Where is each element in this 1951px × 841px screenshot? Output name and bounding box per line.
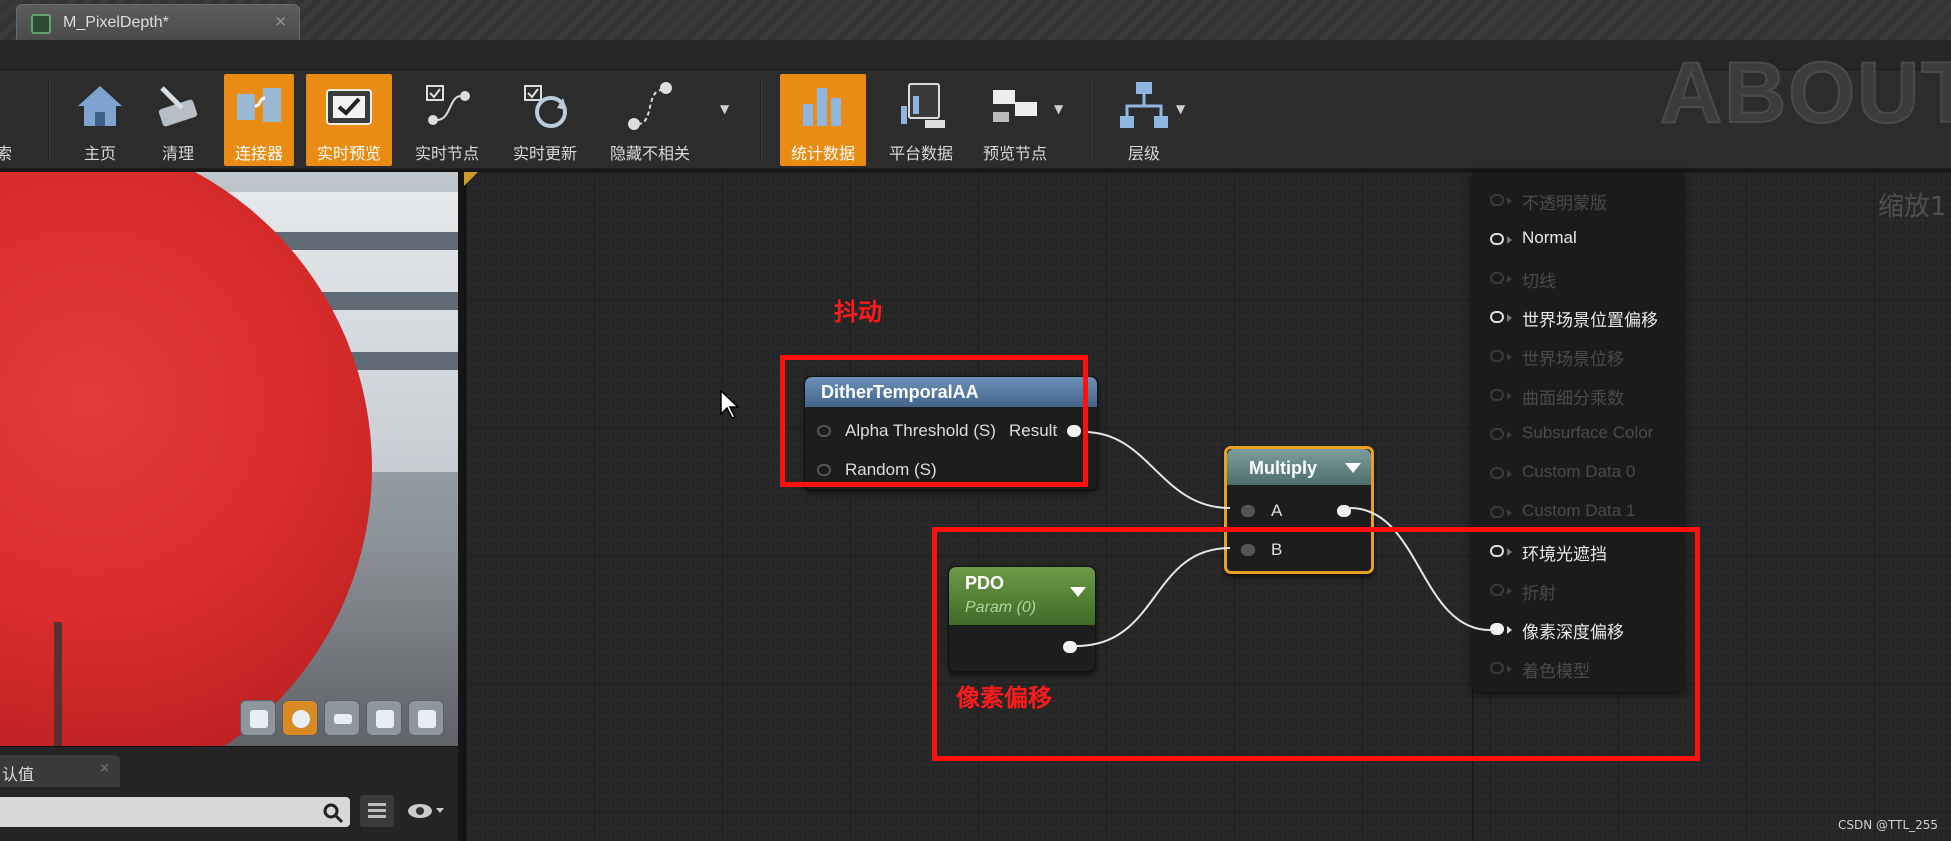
live-update-icon xyxy=(524,85,567,128)
toolbar-label: 清理 xyxy=(161,144,194,163)
toolbar-separator xyxy=(48,78,50,162)
toolbar-clean-button[interactable]: 清理 xyxy=(140,74,216,166)
list-view-icon xyxy=(368,803,386,818)
toolbar-preview-nodes-button[interactable]: 预览节点 xyxy=(972,74,1058,166)
toolbar-stats-button[interactable]: 统计数据 xyxy=(780,74,866,166)
details-tab-label: 认值 xyxy=(2,765,35,784)
toolbar: 索 主页 清理 连接器 实时预览 实时节点 实时更新 隐藏不相关 ▼ 统计数据 … xyxy=(0,70,1951,170)
toolbar-overflow-dropdown[interactable]: ▼ xyxy=(718,74,738,166)
live-nodes-icon xyxy=(426,85,470,125)
input-pin-a[interactable] xyxy=(1241,505,1255,517)
search-icon xyxy=(0,80,16,132)
zoom-level: 缩放1 xyxy=(1878,192,1947,222)
annotation-label-pixel-offset: 像素偏移 xyxy=(956,684,1052,712)
toolbar-preview-dropdown[interactable]: ▼ xyxy=(1052,74,1072,166)
plane-preview-button[interactable] xyxy=(324,700,360,736)
tab-close-icon[interactable]: × xyxy=(274,12,287,30)
input-pin[interactable] xyxy=(1490,350,1504,362)
cylinder-icon xyxy=(250,710,268,728)
sphere-preview-button[interactable] xyxy=(282,700,318,736)
node-title: Multiply xyxy=(1249,458,1317,478)
pin-label: A xyxy=(1271,501,1283,520)
toolbar-label: 实时预览 xyxy=(316,144,381,163)
details-tab-close-icon[interactable]: × xyxy=(99,761,110,776)
annotation-box-pixel-offset xyxy=(932,527,1700,761)
toolbar-search-button[interactable]: 索 xyxy=(0,74,20,166)
toolbar-live-preview-button[interactable]: 实时预览 xyxy=(306,74,392,166)
toolbar-label: 连接器 xyxy=(234,144,283,163)
sphere-icon xyxy=(292,710,310,728)
graph-corner-marker xyxy=(464,172,478,186)
cylinder-preview-button[interactable] xyxy=(240,700,276,736)
toolbar-hierarchy-dropdown[interactable]: ▼ xyxy=(1174,74,1194,166)
toolbar-label: 索 xyxy=(0,144,12,163)
toolbar-label: 隐藏不相关 xyxy=(609,144,690,163)
input-pin[interactable] xyxy=(1490,233,1504,245)
toolbar-hierarchy-button[interactable]: 层级 xyxy=(1106,74,1182,166)
mouse-cursor-icon xyxy=(720,390,740,419)
toolbar-label: 主页 xyxy=(83,144,116,163)
toolbar-separator xyxy=(1090,78,1092,162)
eye-icon xyxy=(408,804,444,818)
chevron-down-icon: ▼ xyxy=(720,102,730,116)
toolbar-label: 实时更新 xyxy=(512,144,577,163)
chevron-down-icon: ▼ xyxy=(1176,102,1186,116)
preview-viewport[interactable] xyxy=(0,172,458,746)
material-asset-icon xyxy=(31,14,51,34)
toolbar-separator xyxy=(760,78,762,162)
toolbar-platform-stats-button[interactable]: 平台数据 xyxy=(876,74,966,166)
platform-stats-icon xyxy=(901,83,945,128)
tab-title: M_PixelDepth* xyxy=(63,14,169,31)
input-pin[interactable] xyxy=(1490,311,1504,323)
cube-icon xyxy=(376,710,394,728)
annotation-box-dither xyxy=(780,355,1088,487)
live-preview-icon xyxy=(326,89,372,125)
toolbar-connector-button[interactable]: 连接器 xyxy=(224,74,294,166)
toolbar-live-nodes-button[interactable]: 实时节点 xyxy=(404,74,490,166)
toolbar-home-button[interactable]: 主页 xyxy=(62,74,138,166)
cube-preview-button[interactable] xyxy=(366,700,402,736)
background-pole xyxy=(54,622,62,746)
credit-text: CSDN @TTL_255 xyxy=(1838,818,1939,832)
preview-nodes-icon xyxy=(993,90,1037,122)
home-icon xyxy=(78,86,122,126)
visibility-filter-button[interactable] xyxy=(402,795,450,827)
input-pin[interactable] xyxy=(1490,467,1504,479)
toolbar-label: 预览节点 xyxy=(982,144,1047,163)
search-icon[interactable] xyxy=(322,802,344,824)
chevron-down-icon: ▼ xyxy=(1054,102,1064,116)
toolbar-label: 实时节点 xyxy=(414,144,479,163)
tab-bar: M_PixelDepth* × xyxy=(0,0,1951,40)
toolbar-label: 层级 xyxy=(1127,144,1160,163)
details-panel: 认值 × xyxy=(0,746,458,841)
input-pin[interactable] xyxy=(1490,272,1504,284)
annotation-label-dither: 抖动 xyxy=(834,298,882,326)
material-editor-window: M_PixelDepth* × 索 主页 清理 连接器 实时预览 实时节点 实时… xyxy=(0,0,1951,841)
menu-strip xyxy=(0,40,1951,70)
toolbar-live-update-button[interactable]: 实时更新 xyxy=(500,74,590,166)
tab-material-document[interactable]: M_PixelDepth* × xyxy=(16,4,300,40)
details-search-input[interactable] xyxy=(0,797,350,827)
watermark-logo: ABOUTC xyxy=(1659,44,1951,142)
toolbar-label: 统计数据 xyxy=(790,144,855,163)
clean-icon xyxy=(158,86,198,127)
toolbar-label: 平台数据 xyxy=(888,144,953,163)
hide-unrelated-icon xyxy=(628,82,672,130)
teapot-icon xyxy=(418,710,436,728)
teapot-preview-button[interactable] xyxy=(408,700,444,736)
plane-icon xyxy=(334,714,352,724)
collapse-arrow-icon[interactable] xyxy=(1343,461,1363,475)
details-tab[interactable]: 认值 × xyxy=(0,755,120,787)
input-pin[interactable] xyxy=(1490,506,1504,518)
input-pin[interactable] xyxy=(1490,389,1504,401)
view-options-button[interactable] xyxy=(360,795,394,827)
stats-icon xyxy=(803,88,841,126)
input-pin[interactable] xyxy=(1490,194,1504,206)
connector-icon xyxy=(237,88,281,122)
output-pin[interactable] xyxy=(1337,505,1351,517)
hierarchy-icon xyxy=(1120,82,1168,128)
input-pin[interactable] xyxy=(1490,428,1504,440)
toolbar-hide-unrelated-button[interactable]: 隐藏不相关 xyxy=(600,74,700,166)
